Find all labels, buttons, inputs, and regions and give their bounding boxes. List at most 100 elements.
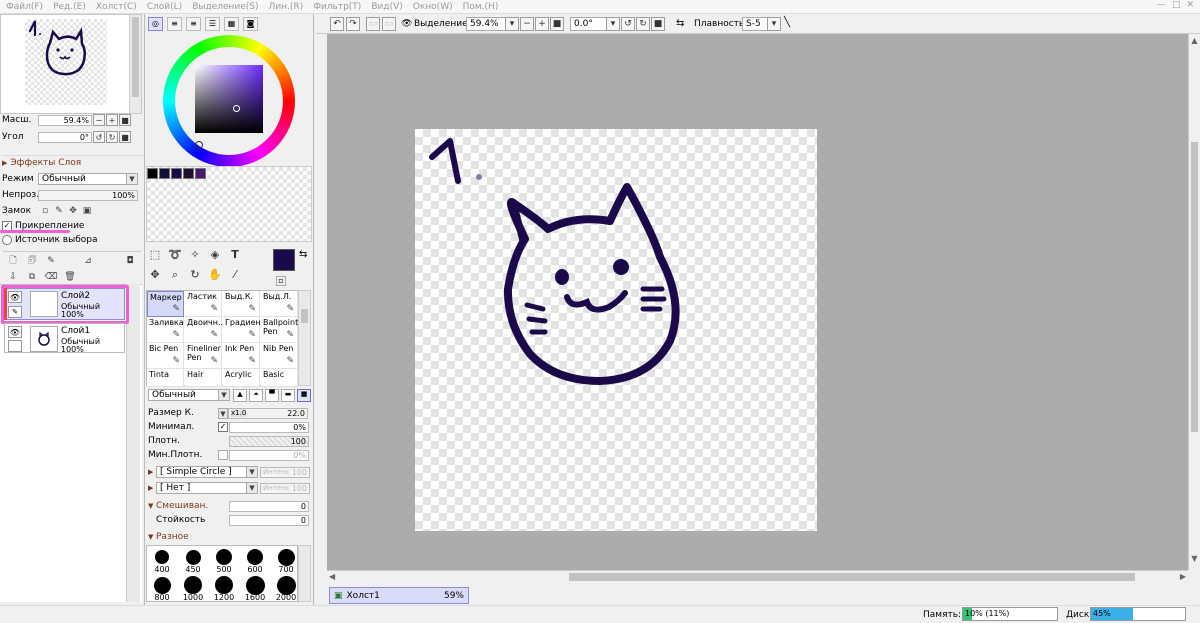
brush-cell[interactable]: Basic xyxy=(261,369,298,387)
rgb-slider-tab-icon[interactable]: ≡ xyxy=(167,17,182,31)
layer-list-scrollbar[interactable] xyxy=(126,284,140,602)
persistence-slider[interactable]: 0 xyxy=(229,514,309,526)
lock-transparency-icon[interactable]: ▫ xyxy=(38,204,52,218)
color-wheel[interactable] xyxy=(163,35,295,167)
brush-blend-select[interactable]: Обычный ▼ xyxy=(148,389,230,401)
menu-filter[interactable]: Фильтр(T) xyxy=(313,2,361,12)
rotate-left-button[interactable]: ↺ xyxy=(93,131,105,143)
primary-color[interactable] xyxy=(273,249,295,271)
menu-ruler[interactable]: Лин.(R) xyxy=(269,2,304,12)
move-icon[interactable]: ✥ xyxy=(146,266,164,284)
canvas-tab[interactable]: ▣ Холст1 59% xyxy=(329,587,469,604)
selection-label[interactable]: Выделение xyxy=(414,19,468,29)
clear-layer-icon[interactable]: ⌫ xyxy=(44,270,58,284)
angle-dropdown-icon[interactable]: ▾ xyxy=(606,17,620,31)
menu-layer[interactable]: Слой(L) xyxy=(147,2,182,12)
maximize-button[interactable]: □ xyxy=(1172,0,1181,10)
brush-cell[interactable]: Tinta xyxy=(147,369,184,387)
brush-cell[interactable]: Выд.Л. ✎ xyxy=(261,291,298,317)
brush-cell[interactable]: Ballpoint Pen ✎ xyxy=(261,317,298,343)
zoom-reset-button[interactable]: ■ xyxy=(119,114,131,126)
new-layer-icon[interactable]: 🗋 xyxy=(6,254,20,268)
misc-row[interactable]: ▼ Разное xyxy=(148,530,312,544)
layer-opacity-slider[interactable]: 100% xyxy=(38,189,138,201)
shape-intensity-slider[interactable]: Интенс 100 xyxy=(260,466,310,478)
color-swatch[interactable] xyxy=(183,168,194,179)
triangle-right-icon[interactable]: ▶ xyxy=(148,484,156,492)
menu-window[interactable]: Окно(W) xyxy=(413,2,453,12)
zoom-icon[interactable]: ⌕ xyxy=(166,266,184,284)
menu-help[interactable]: Пом.(H) xyxy=(463,2,499,12)
color-wheel-tab-icon[interactable]: ◎ xyxy=(148,17,163,31)
zoom-reset-icon[interactable]: ■ xyxy=(550,17,564,31)
menu-canvas[interactable]: Холст(C) xyxy=(96,2,137,12)
brush-cell[interactable]: Nib Pen ✎ xyxy=(261,343,298,369)
brush-cell[interactable]: Выд.К. ✎ xyxy=(223,291,260,317)
lock-all-icon[interactable]: ▣ xyxy=(80,204,94,218)
vertical-scroll-thumb[interactable] xyxy=(1191,142,1198,432)
rect-select-icon[interactable]: ⬚ xyxy=(146,246,164,264)
smoothing-dropdown-icon[interactable]: ▾ xyxy=(767,17,781,31)
saturation-value-square[interactable] xyxy=(195,65,263,133)
lock-move-icon[interactable]: ✥ xyxy=(66,204,80,218)
brush-cell[interactable]: Ink Pen ✎ xyxy=(223,343,260,369)
layer-effects-header[interactable]: ▶ Эффекты Слоя xyxy=(2,155,144,169)
brush-size-dot[interactable] xyxy=(247,549,263,565)
edge-hardness-4[interactable]: ▬ xyxy=(281,389,295,402)
transparent-color-icon[interactable]: ▫ xyxy=(276,276,286,286)
brush-size-dot[interactable] xyxy=(216,549,232,565)
edge-hardness-3[interactable]: ▀ xyxy=(265,389,279,402)
swap-colors-icon[interactable]: ⇆ xyxy=(299,249,307,260)
min-density-checkbox[interactable] xyxy=(218,450,228,460)
layer-empty-flag[interactable] xyxy=(8,340,22,352)
triangle-down-icon[interactable]: ▼ xyxy=(148,502,156,510)
copy-layer-icon[interactable]: ⧉ xyxy=(25,270,39,284)
sv-picker-marker[interactable] xyxy=(233,105,240,112)
horizontal-scrollbar[interactable]: ◀ ▶ xyxy=(327,570,1188,583)
rotate-ccw-icon[interactable]: ↺ xyxy=(621,17,635,31)
menu-selection[interactable]: Выделение(S) xyxy=(192,2,258,12)
rotate-cw-icon[interactable]: ↻ xyxy=(636,17,650,31)
color-swatch[interactable] xyxy=(171,168,182,179)
brush-cell[interactable]: Bic Pen ✎ xyxy=(147,343,184,369)
hsv-slider-tab-icon[interactable]: ≡ xyxy=(186,17,201,31)
brush-size-multiplier[interactable]: x1.0 xyxy=(231,409,247,417)
brush-grid-scrollbar[interactable] xyxy=(298,290,311,386)
brush-cell[interactable]: Заливка ✎ xyxy=(147,317,184,343)
eyedropper-icon[interactable]: ⁄ xyxy=(226,266,244,284)
menu-file[interactable]: Файл(F) xyxy=(6,2,43,12)
zoom-in-button[interactable]: + xyxy=(106,114,118,126)
brush-shape-select[interactable]: [ Simple Circle ] ▼ xyxy=(156,466,258,478)
scroll-up-icon[interactable]: ▲ xyxy=(1189,36,1200,50)
angle-slider[interactable]: 0° xyxy=(38,131,92,143)
lock-paint-icon[interactable]: ✎ xyxy=(52,204,66,218)
scratchpad-tab-icon[interactable]: ◙ xyxy=(243,17,258,31)
edge-hardness-5[interactable]: ■ xyxy=(297,389,311,402)
smoothing-select[interactable]: S-5 xyxy=(742,17,770,31)
min-size-checkbox[interactable]: ✓ xyxy=(218,422,228,432)
lasso-icon[interactable]: ➰ xyxy=(166,246,184,264)
blending-slider[interactable]: 0 xyxy=(229,500,309,512)
texture-select[interactable]: [ Нет ] ▼ xyxy=(156,482,258,494)
swatch-grid-tab-icon[interactable]: ▦ xyxy=(224,17,239,31)
close-button[interactable]: ✕ xyxy=(1186,0,1194,10)
scroll-left-icon[interactable]: ◀ xyxy=(329,572,335,581)
brush-size-dot[interactable] xyxy=(153,576,171,594)
layer-blend-mode-select[interactable]: Обычный ▼ xyxy=(38,173,138,185)
zoom-in-icon[interactable]: + xyxy=(535,17,549,31)
merge-down-icon[interactable]: ⇩ xyxy=(6,270,20,284)
rotate-right-button[interactable]: ↻ xyxy=(106,131,118,143)
bucket-select-icon[interactable]: ◈ xyxy=(206,246,224,264)
eye-icon[interactable]: 👁 xyxy=(8,326,22,338)
minimize-button[interactable]: — xyxy=(1157,0,1166,10)
brush-size-dot[interactable] xyxy=(185,549,201,565)
menu-edit[interactable]: Ред.(E) xyxy=(53,2,86,12)
vertical-scrollbar[interactable]: ▲ ▼ xyxy=(1188,34,1200,570)
brush-cell[interactable]: Fineliner Pen ✎ xyxy=(185,343,222,369)
brush-cell[interactable]: Acrylic xyxy=(223,369,260,387)
layer-item-layer1[interactable]: 👁 Слой1 Обычный 100% xyxy=(4,323,125,354)
triangle-right-icon[interactable]: ▶ xyxy=(148,468,156,476)
color-swatch[interactable] xyxy=(147,168,158,179)
edge-hardness-2[interactable]: ⏶ xyxy=(249,389,263,402)
zoom-out-icon[interactable]: − xyxy=(520,17,534,31)
